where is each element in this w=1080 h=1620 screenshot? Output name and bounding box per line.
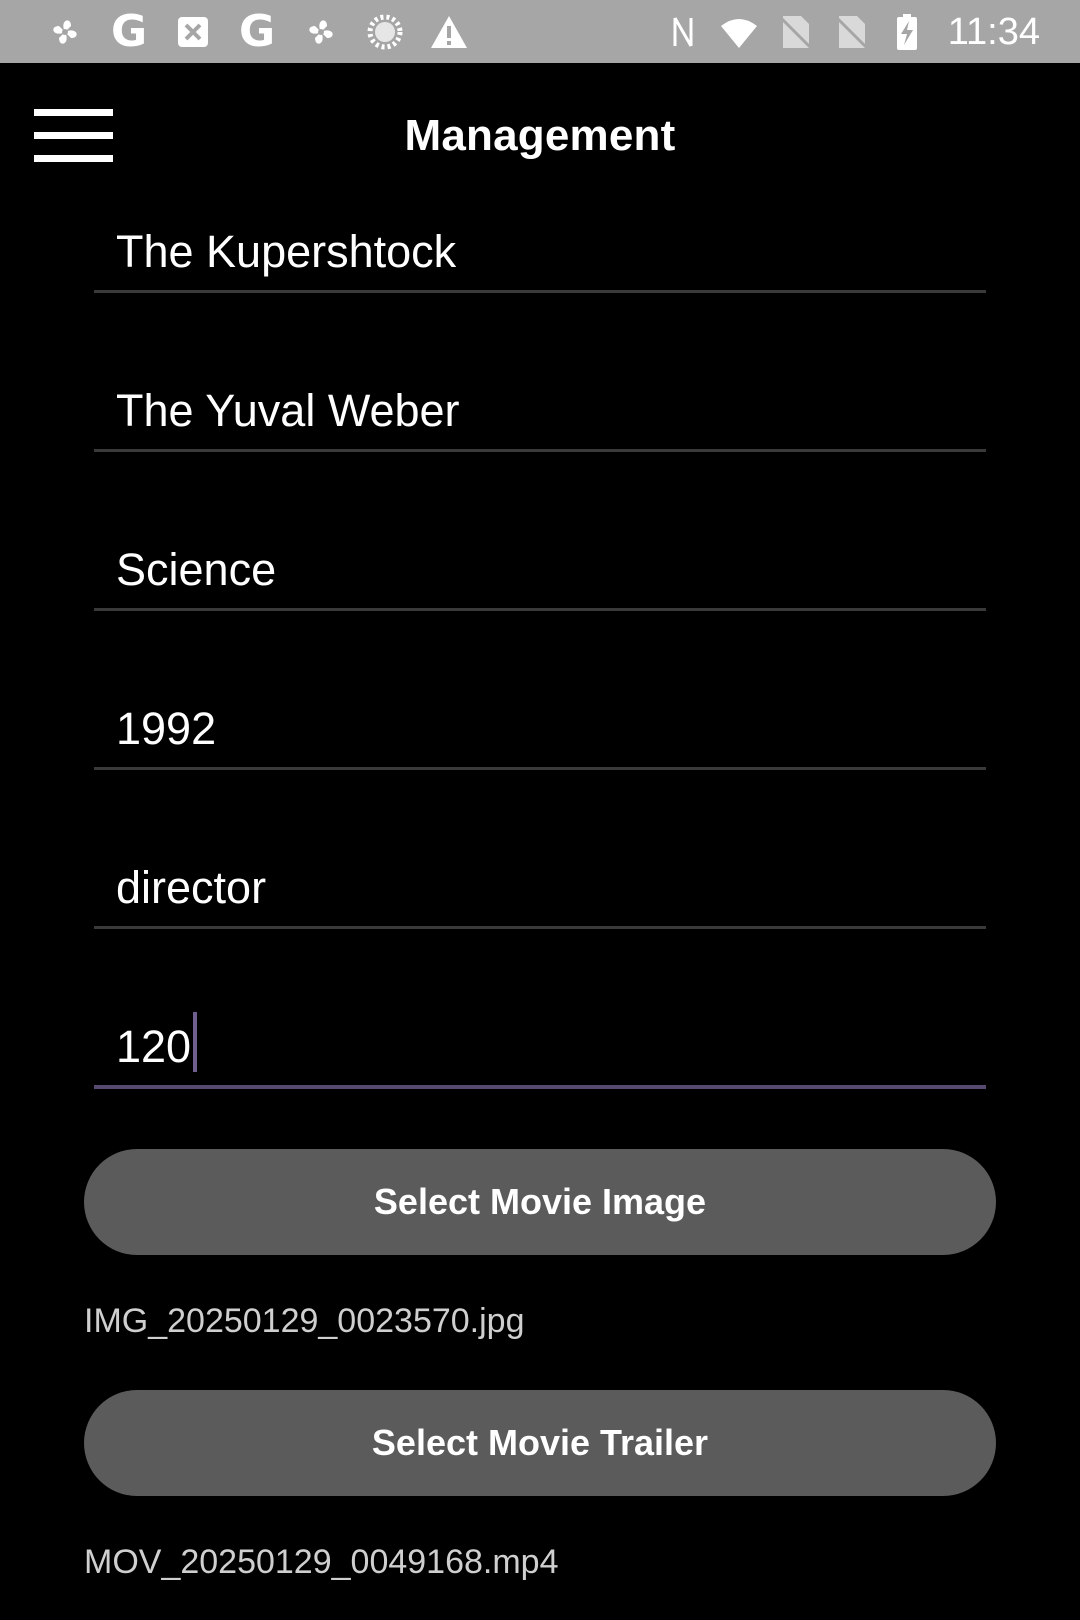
clock: 11:34	[947, 10, 1040, 53]
google-icon: G	[238, 6, 276, 57]
image-filename: IMG_20250129_0023570.jpg	[84, 1302, 525, 1340]
sim-off-icon	[830, 11, 872, 53]
notification-icons: G G	[44, 9, 470, 55]
field-value: 120	[116, 1012, 198, 1073]
battery-charging-icon	[886, 11, 928, 53]
genre-field[interactable]: Science	[94, 538, 986, 611]
app-bar: Management	[0, 63, 1080, 213]
nfc-icon	[662, 11, 704, 53]
field-value: The Yuval Weber	[116, 385, 460, 436]
duration-value: 120	[116, 1021, 192, 1072]
loading-circle-icon	[364, 11, 406, 53]
trailer-filename: MOV_20250129_0049168.mp4	[84, 1543, 559, 1581]
duration-field[interactable]: 120	[94, 1012, 986, 1089]
field-value: Science	[116, 544, 277, 595]
movie-name-field[interactable]: The Yuval Weber	[94, 379, 986, 452]
movie-title-field[interactable]: The Kupershtock	[94, 220, 986, 293]
year-field[interactable]: 1992	[94, 697, 986, 770]
warning-icon	[428, 11, 470, 53]
page-title: Management	[404, 111, 676, 160]
google-icon: G	[110, 6, 148, 57]
sim-off-icon	[774, 11, 816, 53]
pinwheel-icon	[300, 11, 342, 53]
pinwheel-icon	[44, 11, 86, 53]
text-cursor	[193, 1012, 198, 1072]
image-off-icon	[172, 11, 214, 53]
field-value: director	[116, 862, 267, 913]
select-movie-trailer-button[interactable]: Select Movie Trailer	[84, 1390, 996, 1496]
director-field[interactable]: director	[94, 856, 986, 929]
system-icons: 11:34	[662, 9, 1040, 55]
select-movie-image-button[interactable]: Select Movie Image	[84, 1149, 996, 1255]
field-value: 1992	[116, 703, 217, 754]
wifi-icon	[718, 11, 760, 53]
status-bar: G G 11:34	[0, 0, 1080, 63]
field-value: The Kupershtock	[116, 226, 457, 277]
